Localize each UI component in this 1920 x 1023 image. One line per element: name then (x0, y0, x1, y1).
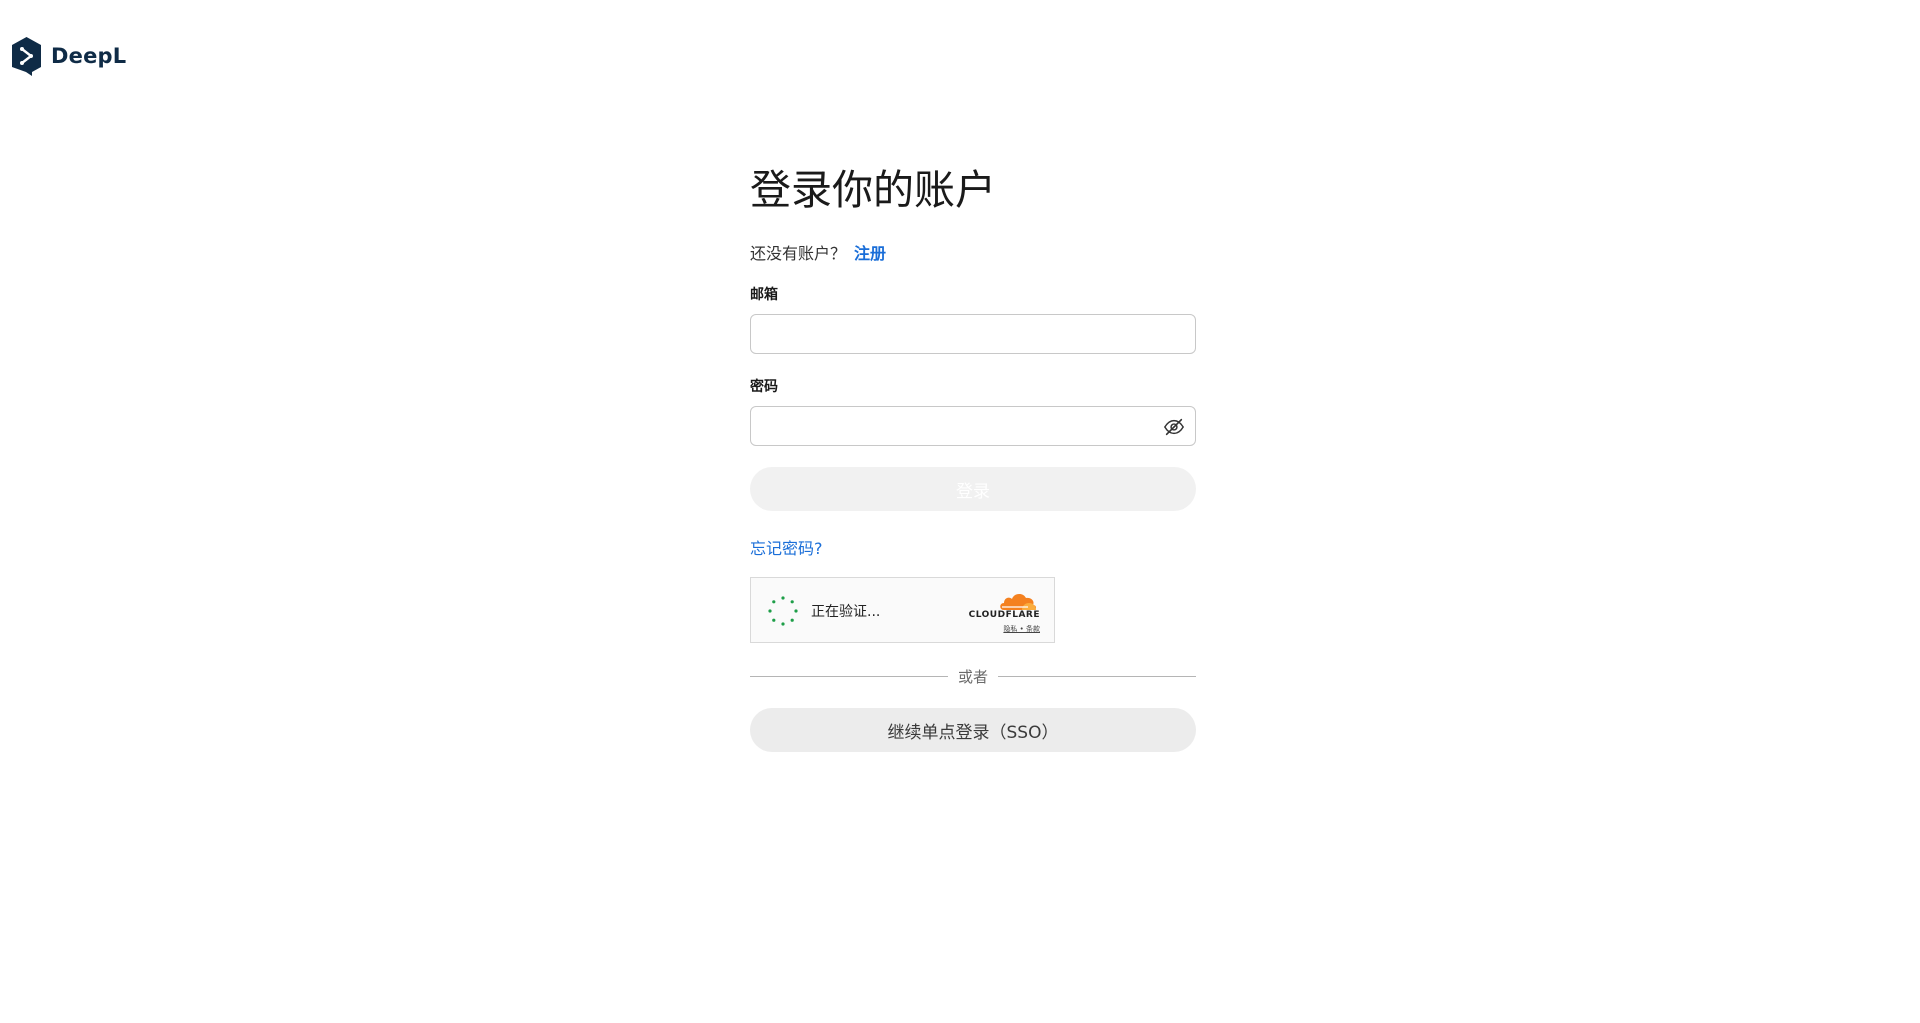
password-label: 密码 (750, 379, 778, 395)
loading-spinner-icon (768, 596, 798, 626)
captcha-widget[interactable]: 正在验证... CLOUDFLARE 隐私 • 条款 (750, 577, 1055, 643)
signup-link[interactable]: 注册 (854, 244, 886, 263)
deepl-logo[interactable]: DeepL (10, 36, 126, 76)
password-input[interactable] (751, 407, 1195, 445)
login-button[interactable]: 登录 (750, 467, 1196, 511)
deepl-logo-icon (12, 37, 41, 76)
cloudflare-branding: CLOUDFLARE 隐私 • 条款 (962, 590, 1040, 634)
brand-name: DeepL (51, 44, 127, 68)
email-label: 邮箱 (750, 287, 778, 303)
forgot-password-link[interactable]: 忘记密码? (750, 535, 823, 559)
email-field-wrapper (750, 314, 1196, 354)
no-account-text: 还没有账户？ (750, 244, 847, 263)
page-title: 登录你的账户 (750, 166, 996, 214)
cloudflare-cloud-icon (1000, 593, 1036, 610)
divider-line-right (998, 675, 1197, 677)
captcha-status: 正在验证... (811, 604, 881, 620)
divider-line-left (750, 675, 948, 677)
cloudflare-wordmark: CLOUDFLARE (968, 610, 1040, 620)
eye-off-icon[interactable] (1163, 416, 1185, 438)
password-field-wrapper (750, 406, 1196, 446)
or-divider: 或者 (750, 666, 1197, 686)
sso-button[interactable]: 继续单点登录（SSO） (750, 708, 1196, 752)
captcha-privacy-terms-link[interactable]: 隐私 • 条款 (1003, 624, 1040, 634)
or-text: 或者 (958, 667, 989, 686)
signup-prompt: 还没有账户？ 注册 (750, 240, 886, 264)
email-input[interactable] (751, 315, 1195, 353)
